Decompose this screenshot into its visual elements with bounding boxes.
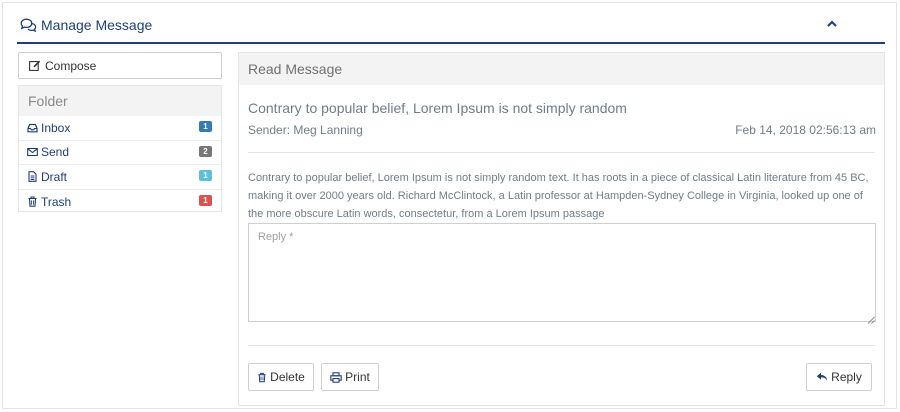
count-badge: 1	[199, 194, 212, 206]
unread-badge: 1	[199, 121, 212, 132]
read-message-panel: Read Message Contrary to popular belief,…	[238, 52, 885, 406]
panel-header: Manage Message	[17, 3, 885, 44]
manage-message-panel: Manage Message Compose Folder Inbox 1 Se…	[2, 2, 897, 409]
compose-label: Compose	[45, 58, 97, 73]
divider	[248, 345, 875, 346]
print-button[interactable]: Print	[321, 363, 379, 391]
envelope-icon	[27, 148, 38, 157]
folder-item-send[interactable]: Send 2	[19, 141, 221, 165]
folder-heading: Folder	[19, 86, 221, 116]
reply-button[interactable]: Reply	[806, 363, 872, 391]
folder-label: Trash	[41, 194, 72, 209]
edit-icon	[29, 60, 41, 71]
reply-label: Reply	[831, 370, 862, 384]
print-label: Print	[345, 370, 370, 384]
reply-textarea[interactable]	[248, 223, 876, 322]
print-icon	[330, 371, 342, 383]
message-sender: Sender: Meg Lanning	[248, 123, 363, 137]
delete-button[interactable]: Delete	[248, 363, 314, 391]
divider	[248, 152, 875, 153]
count-badge: 1	[199, 170, 212, 181]
count-badge: 2	[199, 145, 212, 157]
folder-label: Draft	[41, 169, 68, 184]
file-icon	[28, 171, 37, 183]
folder-item-inbox[interactable]: Inbox 1	[19, 116, 221, 141]
folder-item-draft[interactable]: Draft 1	[19, 165, 221, 190]
folder-label: Send	[41, 145, 70, 160]
folder-label: Inbox	[41, 120, 71, 135]
read-message-heading: Read Message	[239, 53, 884, 85]
inbox-icon	[27, 123, 38, 133]
folder-list: Folder Inbox 1 Send 2 Draft 1 Trash 1	[18, 85, 222, 212]
trash-icon	[258, 372, 266, 382]
message-subject: Contrary to popular belief, Lorem Ipsum …	[248, 100, 627, 116]
message-date: Feb 14, 2018 02:56:13 am	[735, 123, 876, 137]
chevron-up-icon[interactable]	[825, 17, 839, 31]
comments-icon	[20, 18, 37, 33]
folder-item-trash[interactable]: Trash 1	[19, 190, 221, 215]
message-body: Contrary to popular belief, Lorem Ipsum …	[248, 172, 869, 220]
delete-label: Delete	[270, 370, 305, 384]
trash-icon	[28, 196, 37, 207]
reply-arrow-icon	[816, 372, 828, 381]
compose-button[interactable]: Compose	[18, 52, 222, 79]
resize-handle-icon[interactable]	[867, 313, 875, 324]
page-title: Manage Message	[41, 17, 153, 33]
